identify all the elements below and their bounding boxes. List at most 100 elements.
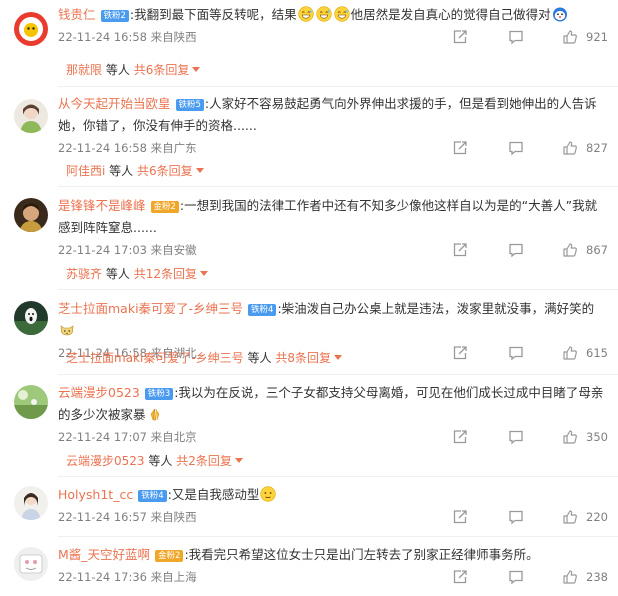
thumbs-up-icon xyxy=(562,140,578,156)
comment-meta: 22-11-24 17:07 来自北京 350 xyxy=(58,426,608,448)
comment-text: Holysh1t_cc 铁粉4:又是自我感动型 xyxy=(58,484,608,506)
like-button[interactable]: 615 xyxy=(562,342,608,364)
comment-content: :柴油泼自己办公桌上就是违法，泼家里就没事，满好笑的 xyxy=(277,301,595,316)
reply-username[interactable]: 云端漫步0523 xyxy=(66,454,145,468)
reply-count[interactable]: 共6条回复 xyxy=(137,164,193,178)
like-button[interactable]: 238 xyxy=(562,566,608,588)
username[interactable]: Holysh1t_cc xyxy=(58,487,133,502)
username[interactable]: 钱贵仁 xyxy=(58,7,96,22)
divider xyxy=(58,476,618,477)
like-button[interactable]: 867 xyxy=(562,239,608,261)
like-button[interactable]: 350 xyxy=(562,426,608,448)
username[interactable]: M酱_天空好蓝啊 xyxy=(58,547,150,562)
comment-text: 从今天起开始当欧皇 铁粉5:人家好不容易鼓起勇气向外界伸出求援的手，但是看到她伸… xyxy=(58,93,608,137)
fan-badge[interactable]: 铁粉4 xyxy=(248,304,277,316)
thumbs-up-icon xyxy=(562,29,578,45)
reply-username[interactable]: 那就限 xyxy=(66,63,102,77)
share-icon[interactable] xyxy=(452,429,468,445)
fan-badge[interactable]: 铁粉5 xyxy=(175,99,204,111)
divider xyxy=(58,86,618,87)
share-icon[interactable] xyxy=(452,509,468,525)
avatar[interactable] xyxy=(14,301,48,335)
like-count: 921 xyxy=(586,30,608,44)
comment-content: 他居然是发自真心的觉得自己做得对 xyxy=(350,7,551,22)
like-button[interactable]: 827 xyxy=(562,137,608,159)
timestamp-location: 22-11-24 16:58 来自广东 xyxy=(58,141,197,155)
reply-text: 等人 xyxy=(105,267,130,281)
comment-text: 是锋锋不是峰峰 金粉2:一想到我国的法律工作者中还有不知多少像他这样自以为是的“… xyxy=(58,195,608,239)
avatar[interactable] xyxy=(14,385,48,419)
fan-badge[interactable]: 铁粉2 xyxy=(100,10,129,22)
avatar[interactable] xyxy=(14,198,48,232)
thumbs-up-icon xyxy=(562,569,578,585)
comment-icon[interactable] xyxy=(508,509,524,525)
reply-summary[interactable]: 苏骁齐 等人 共12条回复 xyxy=(66,264,208,284)
like-button[interactable]: 921 xyxy=(562,26,608,48)
share-icon[interactable] xyxy=(452,140,468,156)
chevron-down-icon xyxy=(234,458,243,463)
chevron-down-icon xyxy=(333,355,342,360)
fan-badge[interactable]: 铁粉3 xyxy=(144,388,174,400)
reply-text: 等人 xyxy=(105,63,130,77)
comment-meta: 22-11-24 17:36 来自上海 238 xyxy=(58,566,608,588)
username[interactable]: 是锋锋不是峰峰 xyxy=(58,198,146,213)
like-count: 615 xyxy=(586,346,608,360)
comment-text: 云端漫步0523 铁粉3:我以为在反说，三个子女都支持父母离婚，可见在他们成长过… xyxy=(58,382,608,426)
avatar[interactable] xyxy=(14,486,48,520)
comment-meta: 22-11-24 17:03 来自安徽 867 xyxy=(58,239,608,261)
laugh-emoji-icon xyxy=(316,6,332,22)
reply-summary[interactable]: 阿佳西i 等人 共6条回复 xyxy=(66,161,204,181)
comment-text: M酱_天空好蓝啊 金粉2:我看完只希望这位女士只是出门左转去了别家正经律师事务所… xyxy=(58,544,608,566)
reply-username[interactable]: 阿佳西i xyxy=(66,164,105,178)
username[interactable]: 芝士拉面maki秦可爱了-乡绅三号 xyxy=(58,301,243,316)
timestamp-location: 22-11-24 17:07 来自北京 xyxy=(58,430,197,444)
comment-meta: 22-11-24 16:58 来自广东 827 xyxy=(58,137,608,159)
fan-badge[interactable]: 铁粉4 xyxy=(138,490,167,502)
reply-summary[interactable]: 那就限 等人 共6条回复 xyxy=(66,60,201,80)
reply-count[interactable]: 共12条回复 xyxy=(134,267,197,281)
comment-icon[interactable] xyxy=(508,242,524,258)
reply-text: 等人 xyxy=(247,351,272,365)
reply-username[interactable]: 苏骁齐 xyxy=(66,267,102,281)
reply-summary[interactable]: 芝士拉面maki秦可爱了-乡绅三号 等人 共8条回复 xyxy=(66,348,342,368)
username[interactable]: 云端漫步0523 xyxy=(58,385,140,400)
like-count: 827 xyxy=(586,141,608,155)
laugh-emoji-icon xyxy=(334,6,350,22)
reply-summary[interactable]: 云端漫步0523 等人 共2条回复 xyxy=(66,451,243,471)
thumbs-up-icon xyxy=(562,509,578,525)
reply-count[interactable]: 共8条回复 xyxy=(275,351,331,365)
like-count: 867 xyxy=(586,243,608,257)
avatar[interactable] xyxy=(14,99,48,133)
avatar[interactable] xyxy=(14,12,48,46)
share-icon[interactable] xyxy=(452,242,468,258)
divider xyxy=(58,289,618,290)
like-button[interactable]: 220 xyxy=(562,506,608,528)
reply-count[interactable]: 共2条回复 xyxy=(176,454,232,468)
comment-icon[interactable] xyxy=(508,140,524,156)
pray-emoji-icon xyxy=(147,406,163,422)
comment-icon[interactable] xyxy=(508,569,524,585)
timestamp-location: 22-11-24 17:03 来自安徽 xyxy=(58,243,197,257)
reply-count[interactable]: 共6条回复 xyxy=(134,63,190,77)
reply-username[interactable]: 芝士拉面maki秦可爱了-乡绅三号 xyxy=(66,351,244,365)
cat-emoji-icon xyxy=(59,322,75,338)
comment-icon[interactable] xyxy=(508,29,524,45)
comment-icon[interactable] xyxy=(508,345,524,361)
like-count: 350 xyxy=(586,430,608,444)
thumbs-up-icon xyxy=(562,429,578,445)
comment-icon[interactable] xyxy=(508,429,524,445)
share-icon[interactable] xyxy=(452,29,468,45)
comment-text: 芝士拉面maki秦可爱了-乡绅三号 铁粉4:柴油泼自己办公桌上就是违法，泼家里就… xyxy=(58,298,608,342)
timestamp-location: 22-11-24 16:57 来自陕西 xyxy=(58,510,197,524)
comment-meta: 22-11-24 16:57 来自陕西 220 xyxy=(58,506,608,528)
username[interactable]: 从今天起开始当欧皇 xyxy=(58,96,171,111)
doge-emoji-icon xyxy=(552,6,568,22)
reply-text: 等人 xyxy=(109,164,134,178)
thumbs-up-icon xyxy=(562,242,578,258)
fan-badge[interactable]: 金粉2 xyxy=(150,201,179,213)
avatar[interactable] xyxy=(14,547,48,581)
share-icon[interactable] xyxy=(452,345,468,361)
fan-badge[interactable]: 金粉2 xyxy=(155,550,184,562)
comment-content: :又是自我感动型 xyxy=(167,487,260,502)
share-icon[interactable] xyxy=(452,569,468,585)
